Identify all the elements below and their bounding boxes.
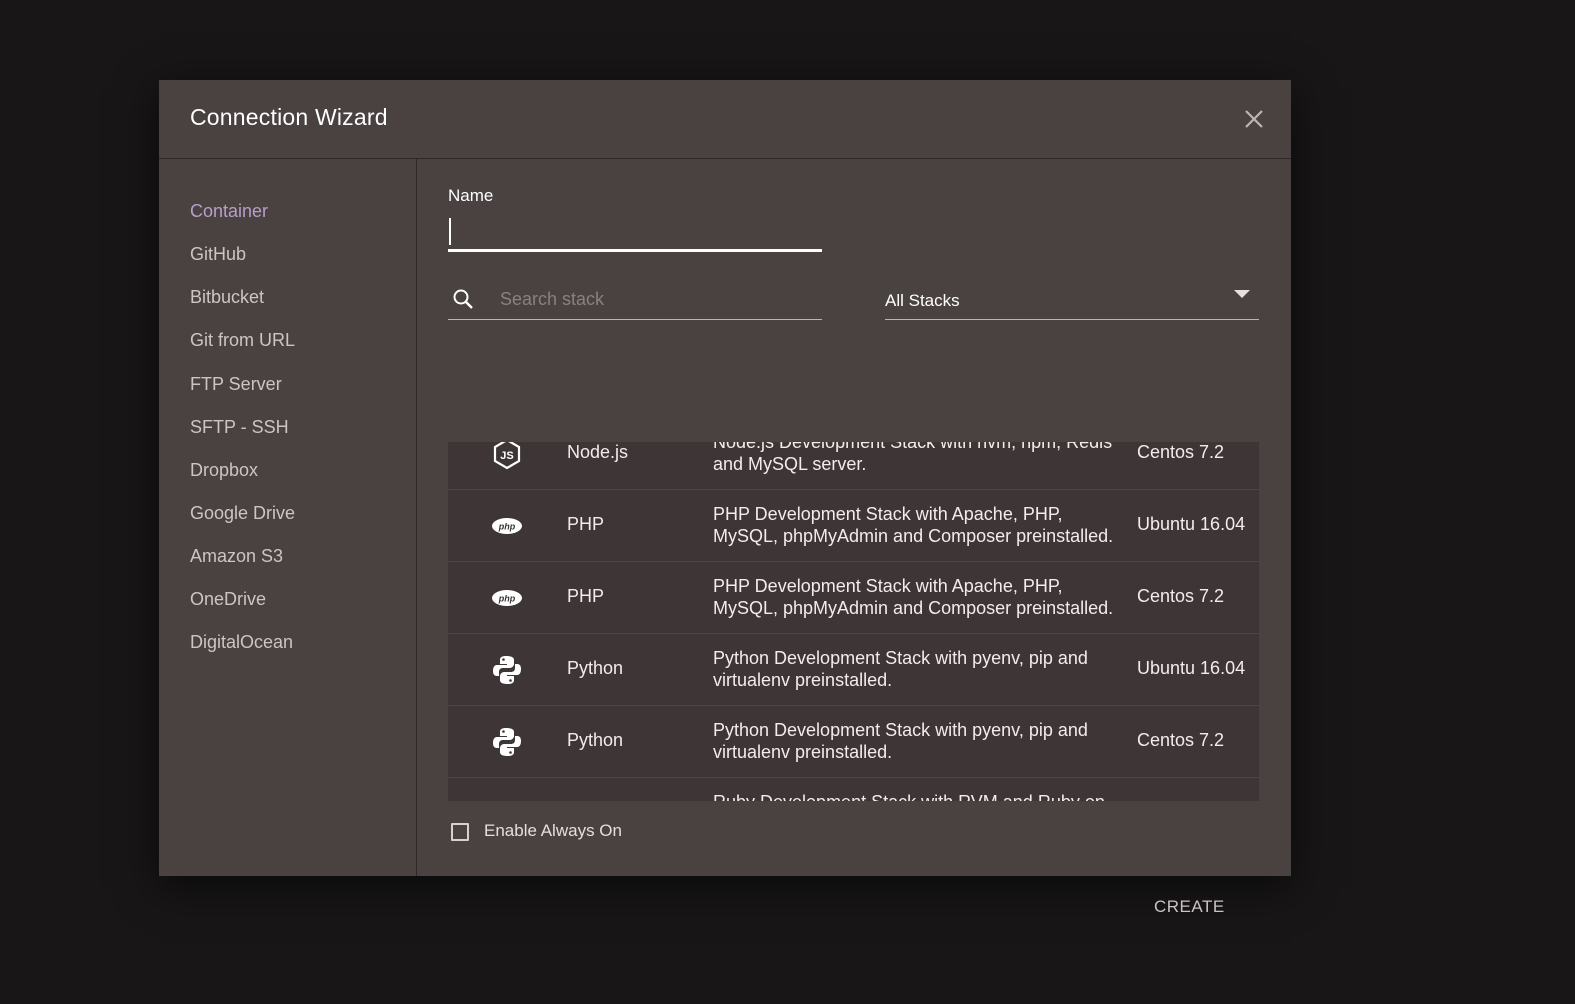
nodejs-icon: JS xyxy=(491,442,523,470)
stack-description: PHP Development Stack with Apache, PHP, … xyxy=(713,576,1114,618)
stack-row[interactable]: Python Python Development Stack with pye… xyxy=(448,706,1259,778)
sidebar-item-git-from-url[interactable]: Git from URL xyxy=(190,330,295,351)
stack-name: Python xyxy=(567,658,624,678)
search-icon xyxy=(452,288,474,310)
search-input[interactable] xyxy=(498,283,812,315)
close-icon[interactable] xyxy=(1243,108,1265,130)
text-caret xyxy=(449,218,451,245)
always-on-checkbox[interactable] xyxy=(451,823,469,841)
stack-description: Ruby Development Stack with RVM and Ruby… xyxy=(713,791,1123,801)
svg-text:JS: JS xyxy=(500,450,513,462)
stack-row[interactable]: Python Python Development Stack with pye… xyxy=(448,634,1259,706)
create-button[interactable]: CREATE xyxy=(1154,897,1225,917)
sidebar-item-container[interactable]: Container xyxy=(190,201,268,222)
stack-description: Python Development Stack with pyenv, pip… xyxy=(713,648,1088,690)
stack-description: Python Development Stack with pyenv, pip… xyxy=(713,720,1088,762)
sidebar-item-ftp-server[interactable]: FTP Server xyxy=(190,374,282,395)
stack-name: Node.js xyxy=(567,442,629,462)
stack-os: Ubuntu 16.04 xyxy=(1137,658,1246,678)
stack-description: PHP Development Stack with Apache, PHP, … xyxy=(713,504,1114,546)
sidebar-item-github[interactable]: GitHub xyxy=(190,244,246,265)
stack-row[interactable]: php PHP PHP Development Stack with Apach… xyxy=(448,562,1259,634)
ruby-icon xyxy=(491,798,523,801)
stack-search-field[interactable] xyxy=(448,281,822,320)
connection-type-sidebar: Container GitHub Bitbucket Git from URL … xyxy=(159,159,417,876)
main-panel: Name All Stacks JS Node.js Node.js Devel… xyxy=(417,159,1291,916)
stack-row[interactable]: Ruby Development Stack with RVM and Ruby… xyxy=(448,778,1259,801)
sidebar-item-google-drive[interactable]: Google Drive xyxy=(190,503,295,524)
python-icon xyxy=(491,726,523,758)
stack-name: PHP xyxy=(567,514,605,534)
sidebar-item-sftp-ssh[interactable]: SFTP - SSH xyxy=(190,417,289,438)
stack-filter-value: All Stacks xyxy=(885,291,960,310)
php-icon: php xyxy=(491,582,523,614)
stack-os: Ubuntu 16.04 xyxy=(1137,514,1246,534)
name-label: Name xyxy=(448,186,494,205)
stack-os: Centos 7.2 xyxy=(1137,730,1225,750)
stack-list[interactable]: JS Node.js Node.js Development Stack wit… xyxy=(448,442,1259,801)
sidebar-item-digitalocean[interactable]: DigitalOcean xyxy=(190,632,293,653)
chevron-down-icon xyxy=(1234,290,1250,298)
sidebar-item-onedrive[interactable]: OneDrive xyxy=(190,589,266,610)
python-icon xyxy=(491,654,523,686)
stack-description: Node.js Development Stack with nvm, npm,… xyxy=(713,442,1113,474)
stack-filter-select[interactable]: All Stacks xyxy=(885,281,1259,320)
stack-name: Python xyxy=(567,730,624,750)
stack-os: Centos 7.2 xyxy=(1137,586,1225,606)
stack-row[interactable]: JS Node.js Node.js Development Stack wit… xyxy=(448,442,1259,490)
connection-wizard-dialog: Connection Wizard Container GitHub Bitbu… xyxy=(159,80,1291,916)
sidebar-item-amazon-s3[interactable]: Amazon S3 xyxy=(190,546,283,567)
always-on-label: Enable Always On xyxy=(484,821,622,840)
stack-name: PHP xyxy=(567,586,605,606)
svg-text:php: php xyxy=(498,522,516,532)
dialog-header: Connection Wizard xyxy=(159,80,1291,159)
sidebar-item-bitbucket[interactable]: Bitbucket xyxy=(190,287,264,308)
stack-os: Centos 7.2 xyxy=(1137,442,1225,462)
sidebar-item-dropbox[interactable]: Dropbox xyxy=(190,460,258,481)
svg-text:php: php xyxy=(498,594,516,604)
name-input[interactable] xyxy=(448,215,822,252)
stack-row[interactable]: php PHP PHP Development Stack with Apach… xyxy=(448,490,1259,562)
php-icon: php xyxy=(491,510,523,542)
dialog-title: Connection Wizard xyxy=(190,104,388,130)
